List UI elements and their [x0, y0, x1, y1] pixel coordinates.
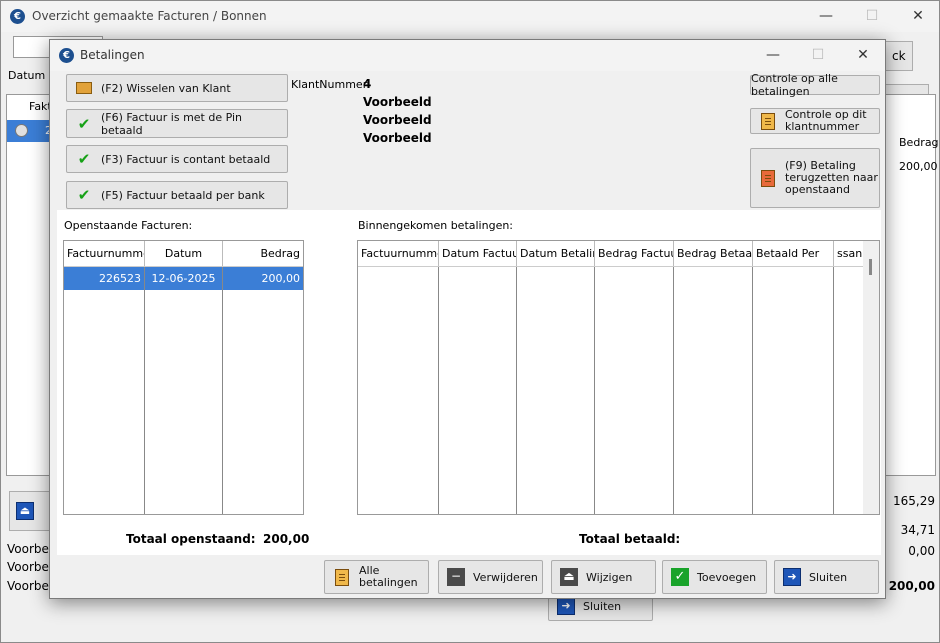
col-datum[interactable]: Datum [145, 241, 223, 266]
column-divider [833, 267, 834, 514]
minimize-icon[interactable]: — [803, 1, 849, 31]
col-bedrag-betaald[interactable]: Bedrag Betaald [674, 241, 753, 266]
exit-icon: ➜ [557, 597, 575, 615]
col-bedrag[interactable]: Bedrag [223, 241, 303, 266]
contant-betaald-label: (F3) Factuur is contant betaald [101, 152, 271, 166]
column-divider [438, 267, 439, 514]
bedrag-header: Bedrag [899, 136, 939, 149]
alle-betalingen-button[interactable]: Alle betalingen [324, 560, 429, 594]
close-icon[interactable]: ✕ [840, 40, 886, 70]
klant-line-2: Voorbeeld [363, 113, 432, 127]
undo-document-icon [761, 169, 775, 187]
klant-line-3: Voorbeeld [363, 131, 432, 145]
col-factuurnummer[interactable]: Factuurnummer [64, 241, 145, 266]
minus-icon: − [447, 568, 465, 586]
datum-label: Datum [8, 69, 46, 82]
verwijderen-label: Verwijderen [473, 570, 538, 584]
maximize-icon[interactable]: ☐ [849, 1, 895, 31]
checkmark-icon: ✓ [671, 568, 689, 586]
controle-alle-label: Controle op alle betalingen [751, 72, 838, 98]
column-divider [516, 267, 517, 514]
eject-icon: ⏏ [560, 568, 578, 586]
col-betaald-per[interactable]: Betaald Per [753, 241, 834, 266]
checkmark-icon: ✔ [77, 186, 91, 204]
binnengekomen-grid[interactable]: Factuurnummer Datum Factuur Datum Betali… [357, 240, 880, 515]
table-row[interactable]: 226523 12-06-2025 200,00 [64, 267, 303, 290]
binnengekomen-label: Binnengekomen betalingen: [358, 219, 514, 232]
openstaande-header: Factuurnummer Datum Bedrag [64, 241, 303, 267]
contant-betaald-button[interactable]: ✔ (F3) Factuur is contant betaald [66, 145, 288, 173]
column-divider [752, 267, 753, 514]
verwijderen-button[interactable]: − Verwijderen [438, 560, 543, 594]
controle-alle-button[interactable]: Controle op alle betalingen [750, 72, 880, 98]
background-sluiten-label: Sluiten [583, 599, 622, 613]
column-divider [222, 267, 223, 514]
scrollbar-thumb[interactable] [869, 259, 872, 275]
bank-betaald-button[interactable]: ✔ (F5) Factuur betaald per bank [66, 181, 288, 209]
checkmark-icon: ✔ [77, 114, 91, 133]
minimize-icon[interactable]: — [750, 40, 796, 70]
eject-icon: ⏏ [16, 502, 34, 520]
cell-bedrag: 200,00 [261, 272, 301, 285]
wisselen-klant-label: (F2) Wisselen van Klant [101, 81, 231, 95]
column-divider [673, 267, 674, 514]
sluiten-button[interactable]: ➜ Sluiten [774, 560, 879, 594]
openstaande-label: Openstaande Facturen: [64, 219, 193, 232]
app-logo-icon: € [59, 48, 74, 63]
checkmark-icon: ✔ [77, 150, 91, 168]
terugzetten-button[interactable]: (F9) Betaling terugzetten naar openstaan… [750, 148, 880, 208]
document-icon [335, 568, 349, 586]
background-title-bar: € Overzicht gemaakte Facturen / Bonnen —… [1, 1, 939, 32]
dialog-title-bar: € Betalingen — ☐ ✕ [50, 40, 885, 71]
row-radio[interactable] [15, 124, 28, 137]
column-divider [594, 267, 595, 514]
openstaande-grid[interactable]: Factuurnummer Datum Bedrag 226523 12-06-… [63, 240, 304, 515]
background-window-title: Overzicht gemaakte Facturen / Bonnen [32, 9, 267, 23]
col-bedrag-factuur[interactable]: Bedrag Factuur [595, 241, 674, 266]
exit-icon: ➜ [783, 568, 801, 586]
controle-klant-button[interactable]: Controle op dit klantnummer [750, 108, 880, 134]
wisselen-klant-button[interactable]: (F2) Wisselen van Klant [66, 74, 288, 102]
sluiten-label: Sluiten [809, 570, 848, 584]
totaal-openstaand-label: Totaal openstaand: [126, 532, 256, 546]
close-icon[interactable]: ✕ [895, 1, 940, 31]
pin-betaald-button[interactable]: ✔ (F6) Factuur is met de Pin betaald [66, 109, 288, 138]
col-kassanr[interactable]: ssanr [834, 241, 864, 266]
binnengekomen-header: Factuurnummer Datum Factuur Datum Betali… [358, 241, 879, 267]
alle-betalingen-label: Alle betalingen [359, 564, 418, 589]
toevoegen-button[interactable]: ✓ Toevoegen [662, 560, 767, 594]
bedrag-value: 200,00 [899, 160, 938, 173]
pin-betaald-label: (F6) Factuur is met de Pin betaald [101, 110, 243, 137]
wijzigen-label: Wijzigen [586, 570, 633, 584]
controle-klant-label: Controle op dit klantnummer [785, 108, 867, 133]
cell-datum: 12-06-2025 [145, 267, 223, 290]
folder-icon [76, 82, 92, 94]
app-logo-icon: € [10, 9, 25, 24]
cell-factuurnummer: 226523 [64, 267, 145, 290]
wijzigen-button[interactable]: ⏏ Wijzigen [551, 560, 656, 594]
bank-betaald-label: (F5) Factuur betaald per bank [101, 188, 265, 202]
col-factuurnummer[interactable]: Factuurnummer [358, 241, 439, 266]
background-back-button[interactable]: ck [885, 41, 913, 71]
totaal-openstaand-value: 200,00 [263, 532, 310, 546]
totaal-betaald-label: Totaal betaald: [579, 532, 681, 546]
klantnummer-label: KlantNummer: [291, 78, 371, 91]
payments-panel: Openstaande Facturen: Binnengekomen beta… [57, 210, 881, 555]
toevoegen-label: Toevoegen [697, 570, 757, 584]
bottom-value-total: 200,00 [888, 579, 935, 593]
dialog-title: Betalingen [80, 48, 145, 62]
klantnummer-value: 4 [363, 77, 372, 91]
column-divider [144, 267, 145, 514]
terugzetten-label: (F9) Betaling terugzetten naar openstaan… [785, 159, 878, 196]
document-icon [761, 112, 775, 130]
bottom-value-3: 0,00 [908, 544, 935, 558]
vertical-scrollbar[interactable] [863, 241, 879, 514]
bottom-value-2: 34,71 [900, 523, 935, 537]
col-datum-factuur[interactable]: Datum Factuur [439, 241, 517, 266]
maximize-icon[interactable]: ☐ [795, 40, 841, 70]
background-side-button[interactable]: ⏏ [9, 491, 53, 531]
col-datum-betaling[interactable]: Datum Betaling [517, 241, 595, 266]
klant-line-1: Voorbeeld [363, 95, 432, 109]
bottom-value-1: 165,29 [893, 494, 935, 508]
